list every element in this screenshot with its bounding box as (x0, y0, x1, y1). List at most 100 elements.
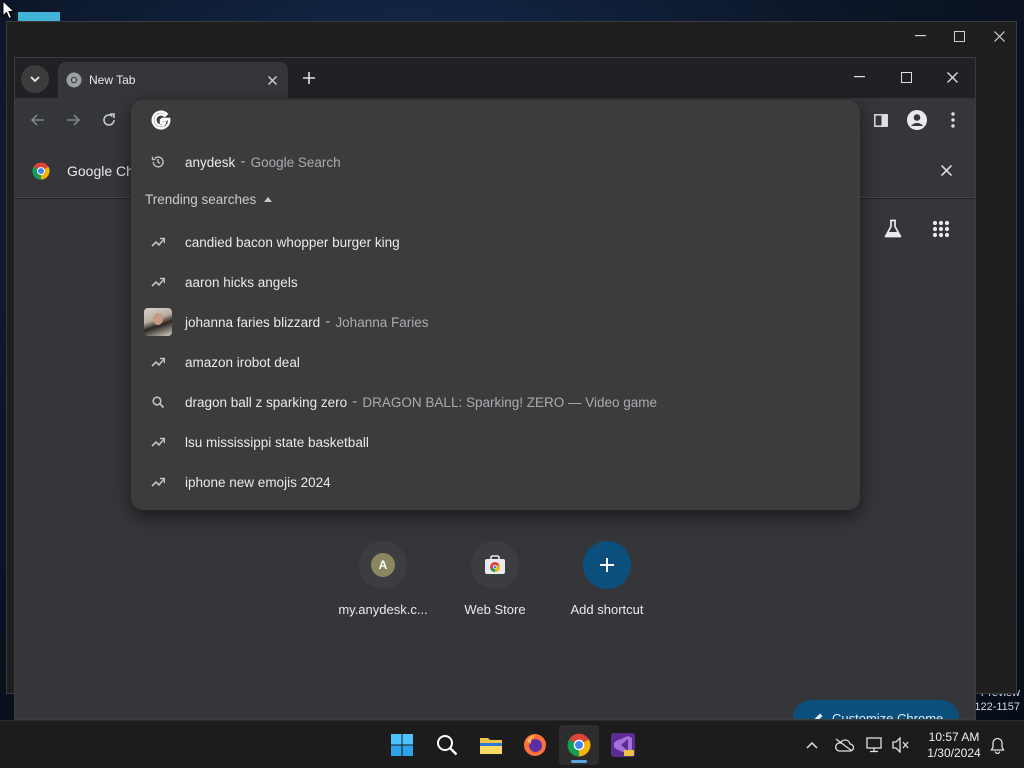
forward-button[interactable] (59, 106, 87, 134)
labs-button[interactable] (879, 215, 907, 243)
minimize-button[interactable] (836, 58, 882, 96)
desktop-window-strip (18, 12, 60, 21)
customize-chrome-button[interactable]: Customize Chrome (793, 700, 959, 720)
avatar-icon (907, 110, 927, 130)
chrome-taskbar-button[interactable] (559, 725, 599, 765)
trending-searches-header[interactable]: Trending searches (145, 192, 273, 207)
trending-icon (151, 477, 165, 487)
reload-button[interactable] (95, 106, 123, 134)
menu-button[interactable] (939, 106, 967, 134)
chevron-down-icon (30, 75, 40, 82)
suggestion-text: aaron hicks angels (185, 274, 298, 290)
google-g-icon (151, 110, 171, 130)
caret-up-icon (264, 197, 273, 202)
separator: - (352, 393, 358, 410)
volume-tray-button[interactable] (889, 733, 913, 757)
firefox-button[interactable] (515, 725, 555, 765)
search-icon (437, 735, 458, 756)
add-shortcut-button[interactable]: Add shortcut (551, 536, 663, 626)
pencil-icon (814, 713, 823, 719)
profile-button[interactable] (903, 106, 931, 134)
network-tray-button[interactable] (864, 733, 888, 757)
cloud-off-icon (835, 738, 854, 752)
infobar-close-button[interactable] (938, 162, 954, 178)
taskbar-search-button[interactable] (427, 725, 467, 765)
side-panel-icon (874, 113, 888, 127)
suggestion-description: Google Search (250, 154, 341, 170)
tab-search-button[interactable] (21, 65, 49, 93)
suggestion-trending[interactable]: amazon irobot deal (131, 342, 860, 382)
outer-maximize-button[interactable] (939, 22, 979, 50)
suggestion-description: Johanna Faries (335, 314, 429, 330)
close-icon (267, 75, 277, 85)
suggestion-trending[interactable]: candied bacon whopper burger king (131, 222, 860, 262)
avatar: A (371, 553, 395, 577)
suggestion-trending[interactable]: iphone new emojis 2024 (131, 462, 860, 502)
tab-title: New Tab (89, 73, 136, 87)
suggestion-history[interactable]: anydesk - Google Search (131, 142, 860, 182)
infobar-text: Google Ch (67, 163, 134, 179)
trending-icon (151, 437, 165, 447)
suggestion-search[interactable]: dragon ball z sparking zero - DRAGON BAL… (131, 382, 860, 422)
suggestion-text: dragon ball z sparking zero (185, 394, 348, 410)
suggestion-text: anydesk (185, 154, 236, 170)
start-button[interactable] (382, 725, 422, 765)
trending-icon (151, 357, 165, 367)
visual-studio-button[interactable] (603, 725, 643, 765)
separator: - (325, 313, 331, 330)
speaker-muted-icon (892, 737, 909, 753)
network-icon (866, 737, 882, 753)
taskbar: 10:57 AM 1/30/2024 (0, 720, 1024, 768)
file-explorer-button[interactable] (471, 725, 511, 765)
notifications-button[interactable] (985, 733, 1009, 757)
shortcut-tile: A (359, 541, 407, 589)
active-indicator (571, 760, 587, 763)
shortcut-label: Add shortcut (570, 602, 644, 617)
outer-minimize-button[interactable] (900, 22, 940, 50)
trending-icon (151, 237, 165, 247)
suggestion-text: amazon irobot deal (185, 354, 300, 370)
show-hidden-icons-button[interactable] (800, 733, 824, 757)
trending-searches-label: Trending searches (145, 192, 257, 207)
chrome-favicon-icon (66, 72, 82, 88)
maximize-button[interactable] (883, 58, 929, 96)
history-icon (151, 156, 164, 168)
close-icon (940, 164, 952, 176)
customize-chrome-label: Customize Chrome (832, 710, 944, 720)
side-panel-button[interactable] (867, 106, 895, 134)
tab-close-button[interactable] (262, 70, 282, 90)
shortcut-tile (471, 541, 519, 589)
folder-icon (480, 738, 502, 754)
chrome-logo-icon (567, 733, 591, 757)
chrome-logo-icon (32, 162, 50, 180)
web-store-icon (485, 555, 505, 574)
shortcut-label: my.anydesk.c... (338, 602, 428, 617)
shortcut-tile (583, 541, 631, 589)
google-apps-button[interactable] (927, 215, 955, 243)
back-button[interactable] (24, 106, 52, 134)
tab-new-tab[interactable]: New Tab (58, 62, 288, 98)
suggestion-entity[interactable]: johanna faries blizzard - Johanna Faries (131, 302, 860, 342)
taskbar-clock[interactable]: 10:57 AM 1/30/2024 (916, 729, 992, 761)
windows-logo-icon (391, 734, 413, 756)
suggestion-text: iphone new emojis 2024 (185, 474, 331, 490)
outer-close-button[interactable] (979, 22, 1019, 50)
firefox-icon (524, 734, 546, 756)
chevron-up-icon (806, 741, 818, 749)
suggestion-trending[interactable]: lsu mississippi state basketball (131, 422, 860, 462)
close-button[interactable] (929, 58, 975, 96)
shortcut-anydesk[interactable]: A my.anydesk.c... (327, 536, 439, 626)
new-tab-button[interactable] (295, 64, 323, 92)
flask-icon (884, 219, 902, 238)
kebab-menu-icon (951, 112, 955, 128)
suggestion-trending[interactable]: aaron hicks angels (131, 262, 860, 302)
separator: - (240, 153, 246, 170)
maximize-icon (900, 71, 912, 83)
watermark-line-2: 122-1157 (974, 701, 1020, 713)
reload-icon (103, 113, 115, 126)
suggestion-description: DRAGON BALL: Sparking! ZERO — Video game (362, 394, 658, 410)
shortcut-web-store[interactable]: Web Store (439, 536, 551, 626)
suggestion-text: lsu mississippi state basketball (185, 434, 369, 450)
onedrive-tray-button[interactable] (832, 733, 856, 757)
trending-icon (151, 277, 165, 287)
